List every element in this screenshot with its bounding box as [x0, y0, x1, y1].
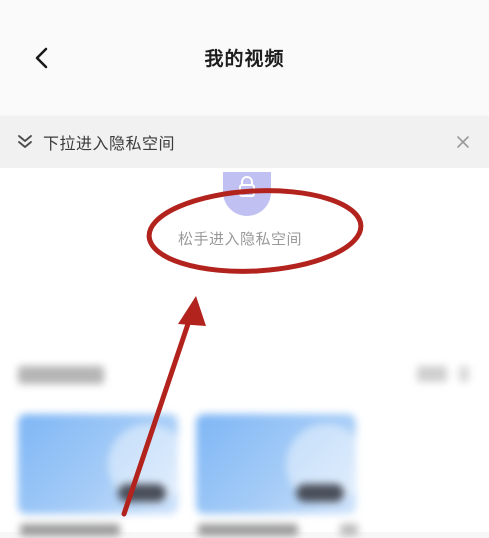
section-more-link[interactable]: [417, 366, 447, 382]
pull-down-banner: 下拉进入隐私空间: [0, 116, 489, 168]
duration-badge: [118, 484, 166, 502]
top-app-bar: 我的视频: [0, 0, 489, 115]
double-chevron-down-icon: [14, 131, 36, 153]
blurred-video-section: [0, 358, 489, 538]
main-content: 松手进入隐私空间: [0, 168, 489, 536]
page-title: 我的视频: [204, 48, 285, 70]
section-heading-placeholder: [18, 366, 104, 384]
banner-close-button[interactable]: [451, 130, 475, 154]
privacy-lock-badge: [223, 172, 271, 216]
video-caption: [20, 524, 120, 536]
video-caption: [340, 524, 358, 536]
release-hint-text: 松手进入隐私空间: [178, 230, 303, 248]
lock-icon: [239, 176, 255, 197]
video-thumbnail[interactable]: [196, 414, 356, 514]
banner-label: 下拉进入隐私空间: [43, 134, 176, 153]
close-icon: [457, 136, 469, 148]
duration-badge: [296, 484, 344, 502]
chevron-right-icon: [459, 366, 469, 382]
video-caption: [198, 524, 298, 536]
video-thumbnail[interactable]: [18, 414, 178, 514]
